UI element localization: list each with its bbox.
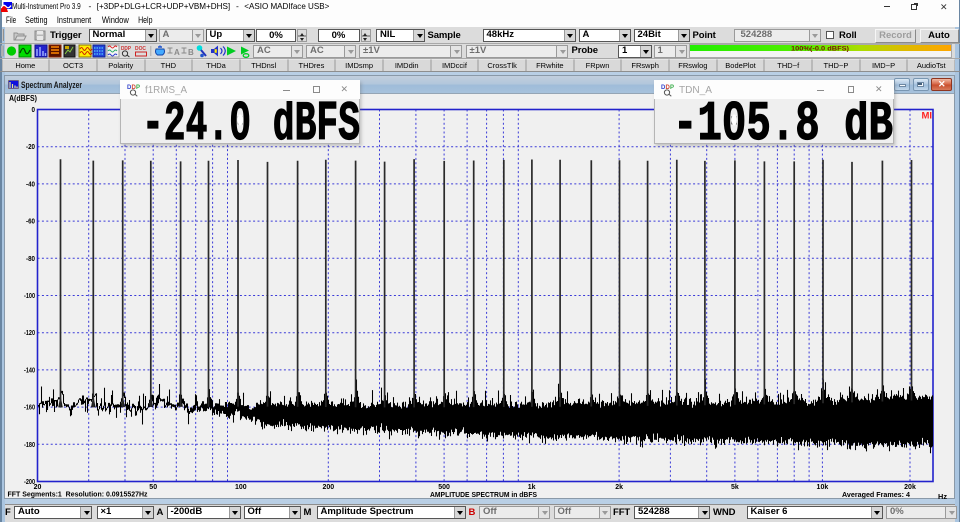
svg-text:A(dBFS): A(dBFS)	[9, 94, 37, 103]
svg-text:2k: 2k	[615, 484, 623, 491]
svg-text:-80: -80	[26, 256, 35, 263]
svg-text:-20: -20	[26, 144, 35, 151]
svg-text:-120: -120	[24, 330, 35, 337]
svg-text:-180: -180	[24, 442, 35, 449]
svg-text:-140: -140	[24, 367, 35, 374]
svg-text:500: 500	[438, 484, 450, 491]
svg-text:-160: -160	[24, 405, 35, 412]
svg-text:10k: 10k	[817, 484, 829, 491]
svg-text:1k: 1k	[528, 484, 536, 491]
svg-text:-105.8 dB: -105.8 dB	[673, 101, 893, 143]
svg-text:P: P	[670, 85, 674, 91]
svg-text:TDN_A: TDN_A	[679, 85, 712, 96]
svg-text:AMPLITUDE SPECTRUM in dBFS: AMPLITUDE SPECTRUM in dBFS	[430, 492, 537, 499]
svg-text:MI: MI	[922, 111, 933, 122]
svg-text:5k: 5k	[731, 484, 739, 491]
svg-text:20: 20	[34, 484, 42, 491]
svg-text:FFT Segments:1 Resolution: 0.: FFT Segments:1 Resolution: 0.0915527Hz	[8, 492, 148, 499]
svg-text:-40: -40	[26, 181, 35, 188]
svg-text:Hz: Hz	[938, 494, 948, 501]
svg-text:-24.0 dBFS: -24.0 dBFS	[142, 101, 360, 143]
svg-text:20k: 20k	[904, 484, 916, 491]
svg-text:0: 0	[32, 107, 36, 114]
svg-text:50: 50	[149, 484, 157, 491]
svg-text:-100: -100	[24, 293, 35, 300]
svg-text:P: P	[136, 85, 140, 91]
svg-text:-60: -60	[26, 219, 35, 226]
svg-text:Averaged Frames: 4: Averaged Frames: 4	[842, 492, 910, 499]
svg-text:200: 200	[322, 484, 334, 491]
svg-text:f1RMS_A: f1RMS_A	[145, 85, 187, 96]
svg-text:100: 100	[235, 484, 247, 491]
